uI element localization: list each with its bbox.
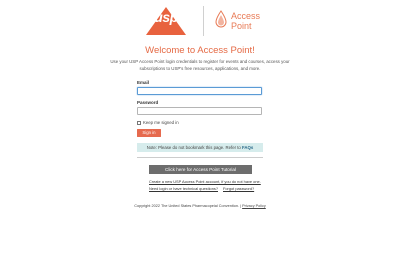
faqs-link[interactable]: FAQs [242, 145, 253, 150]
privacy-policy-link[interactable]: Privacy Policy [242, 204, 266, 208]
brand-line-2: Point [231, 21, 252, 31]
page-title: Welcome to Access Point! [145, 45, 255, 56]
brand-line-1: Access [231, 11, 261, 21]
need-help-link[interactable]: Need login or have technical questions? [149, 186, 218, 191]
usp-logo-text: usp [154, 9, 178, 25]
password-field[interactable] [137, 107, 262, 115]
note-text: Note: Please do not bookmark this page. … [146, 145, 243, 150]
forgot-password-link[interactable]: Forgot password? [223, 186, 254, 191]
copyright-text: Copyright 2022 The United States Pharmac… [134, 204, 243, 208]
sign-in-button[interactable]: Sign in [137, 129, 161, 137]
usp-logo[interactable]: usp [145, 6, 187, 36]
tutorial-button[interactable]: Click here for Access Point Tutorial [149, 165, 252, 174]
email-label: Email [137, 80, 150, 85]
note-box: Note: Please do not bookmark this page. … [137, 143, 263, 152]
drop-icon [215, 10, 227, 33]
access-point-brand: Access Point [231, 11, 260, 31]
logo-divider [203, 6, 204, 36]
divider [137, 157, 263, 158]
email-field[interactable] [137, 87, 262, 95]
password-label: Password [137, 100, 159, 105]
remember-label: Keep me signed in [143, 120, 179, 125]
remember-checkbox[interactable] [137, 121, 141, 125]
footer-copyright: Copyright 2022 The United States Pharmac… [0, 204, 400, 208]
create-account-link[interactable]: Create a new USP Access Point account, i… [149, 179, 261, 184]
page-subtitle: Use your USP Access Point login credenti… [110, 59, 290, 71]
